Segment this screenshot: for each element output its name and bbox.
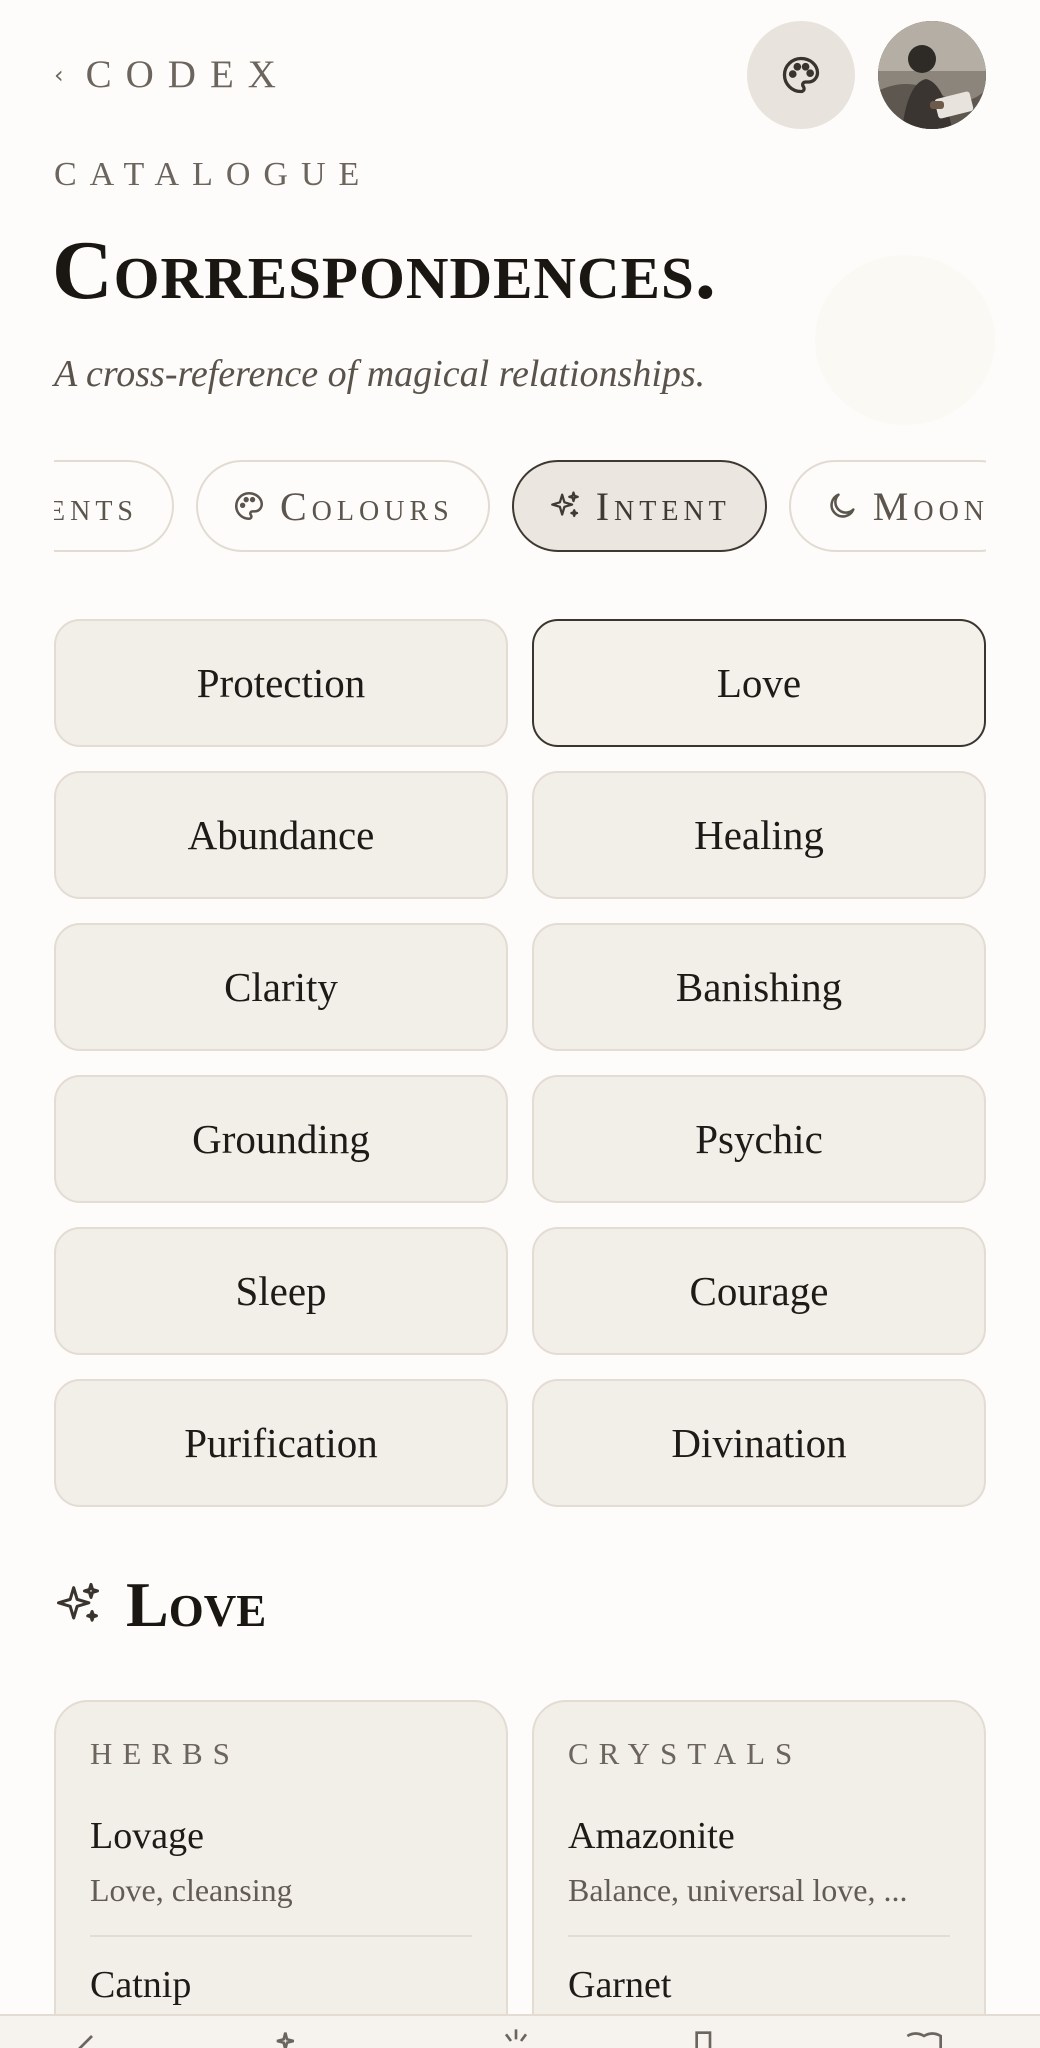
- nav-sun-icon[interactable]: [496, 2026, 536, 2048]
- divider: [90, 1935, 472, 1937]
- intent-chip-banishing[interactable]: Banishing: [532, 923, 986, 1051]
- intent-chip-healing[interactable]: Healing: [532, 771, 986, 899]
- card-crystals: CRYSTALS Amazonite Balance, universal lo…: [532, 1700, 986, 2048]
- back-link[interactable]: ‹ CODEX: [54, 52, 290, 97]
- card-label: HERBS: [90, 1736, 240, 1771]
- theme-palette-button[interactable]: [747, 21, 855, 129]
- entry-name: Catnip: [90, 1964, 192, 2006]
- page-eyebrow: CATALOGUE: [54, 156, 373, 193]
- intent-chip-protection[interactable]: Protection: [54, 619, 508, 747]
- tab-colours[interactable]: Colours: [196, 460, 490, 552]
- chevron-left-icon: ‹: [54, 60, 64, 89]
- intent-chip-sleep[interactable]: Sleep: [54, 1227, 508, 1355]
- bottom-nav: [0, 2014, 1040, 2048]
- nav-sparkles-icon[interactable]: [272, 2026, 312, 2048]
- palette-icon: [234, 491, 264, 521]
- category-tabs[interactable]: ents Colours Intent Moon: [54, 460, 986, 554]
- entry-description: Love, cleansing: [90, 1872, 293, 1908]
- card-label: CRYSTALS: [568, 1736, 803, 1771]
- intent-chip-abundance[interactable]: Abundance: [54, 771, 508, 899]
- intent-chip-love[interactable]: Love: [532, 619, 986, 747]
- page-subtitle: A cross-reference of magical relationshi…: [54, 353, 706, 395]
- card-herbs: HERBS Lovage Love, cleansing Catnip: [54, 1700, 508, 2048]
- intent-grid: Protection Love Abundance Healing Clarit…: [54, 619, 986, 1507]
- tab-label: Intent: [595, 483, 731, 529]
- list-item[interactable]: Garnet: [568, 1963, 950, 2007]
- section-title: Love: [126, 1569, 267, 1640]
- moon-icon: [830, 493, 855, 518]
- intent-chip-clarity[interactable]: Clarity: [54, 923, 508, 1051]
- intent-chip-divination[interactable]: Divination: [532, 1379, 986, 1507]
- entry-name: Garnet: [568, 1964, 672, 2006]
- tab-label: Moon: [872, 483, 986, 529]
- sparkles-icon: [56, 1582, 100, 1622]
- palette-icon: [782, 56, 820, 94]
- intent-chip-purification[interactable]: Purification: [54, 1379, 508, 1507]
- avatar[interactable]: [878, 21, 986, 129]
- tab-elements[interactable]: ents: [54, 460, 174, 552]
- divider: [568, 1935, 950, 1937]
- page-title: Correspondences.: [52, 224, 717, 317]
- tab-label: Colours: [280, 483, 454, 529]
- nav-grid-icon[interactable]: [690, 2026, 730, 2048]
- list-item[interactable]: Lovage Love, cleansing: [90, 1814, 472, 1909]
- correspondence-cards: HERBS Lovage Love, cleansing Catnip CRYS…: [54, 1700, 986, 2048]
- user-avatar-image: [878, 21, 986, 129]
- nav-book-icon[interactable]: [904, 2026, 944, 2048]
- list-item[interactable]: Catnip: [90, 1963, 472, 2007]
- sparkles-icon: [550, 491, 579, 518]
- category-tabs-track: ents Colours Intent Moon: [54, 460, 986, 554]
- entry-name: Amazonite: [568, 1815, 735, 1857]
- tab-moon[interactable]: Moon: [788, 460, 986, 552]
- entry-name: Lovage: [90, 1815, 204, 1857]
- intent-chip-psychic[interactable]: Psychic: [532, 1075, 986, 1203]
- tab-intent[interactable]: Intent: [511, 460, 767, 552]
- tab-label: ents: [54, 483, 138, 529]
- section-heading: Love: [52, 1568, 266, 1642]
- list-item[interactable]: Amazonite Balance, universal love, ...: [568, 1814, 950, 1909]
- decorative-glow: [815, 255, 995, 425]
- nav-feather-icon[interactable]: [62, 2026, 102, 2048]
- back-label: CODEX: [85, 53, 290, 96]
- entry-description: Balance, universal love, ...: [568, 1872, 908, 1908]
- intent-chip-grounding[interactable]: Grounding: [54, 1075, 508, 1203]
- intent-chip-courage[interactable]: Courage: [532, 1227, 986, 1355]
